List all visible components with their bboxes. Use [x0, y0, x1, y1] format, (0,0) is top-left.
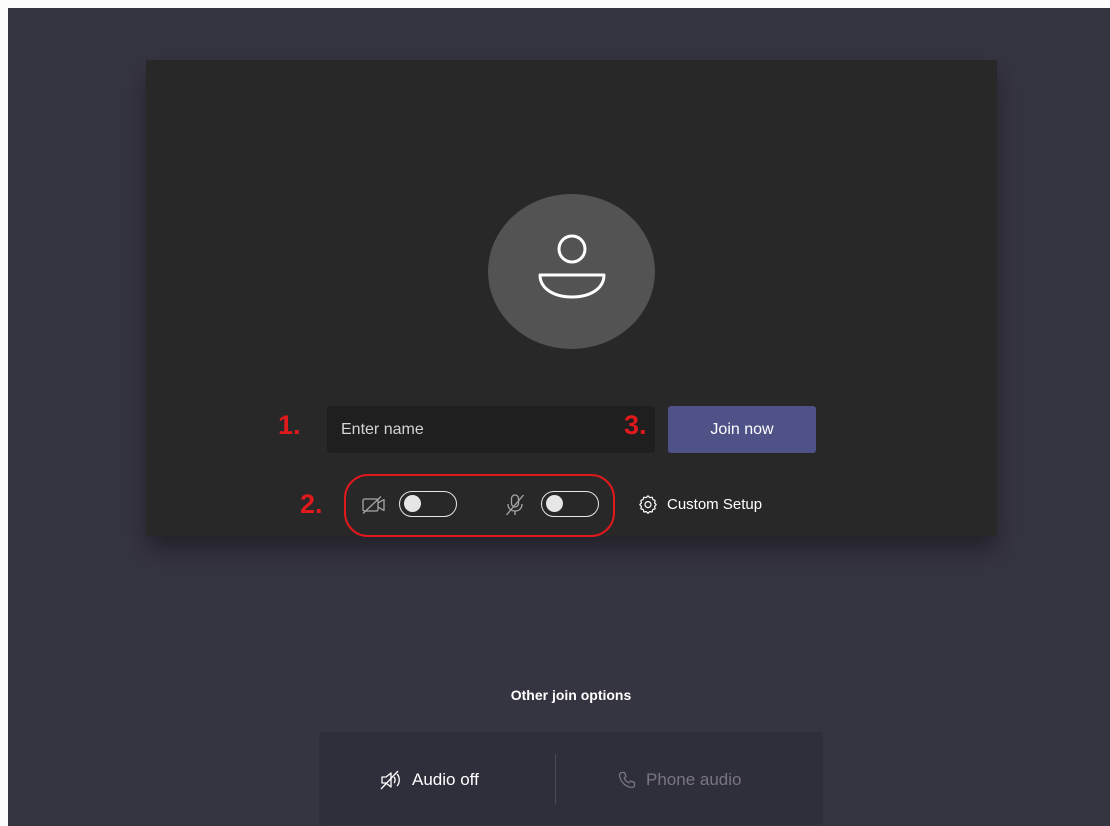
camera-toggle[interactable]	[399, 491, 457, 517]
phone-audio-label: Phone audio	[646, 770, 742, 789]
options-divider	[555, 754, 556, 804]
speaker-off-icon	[380, 770, 400, 790]
app-background: 1. 3. Join now 2. Custom Setup Other joi…	[8, 8, 1110, 826]
other-join-options-title: Other join options	[510, 687, 632, 703]
audio-off-label: Audio off	[412, 770, 479, 789]
step-3-annotation: 3.	[624, 410, 647, 440]
avatar	[488, 194, 655, 349]
step-2-annotation: 2.	[300, 489, 323, 519]
toggle-knob	[404, 495, 421, 512]
custom-setup-label: Custom Setup	[667, 495, 763, 513]
other-join-options-panel: Audio off Phone audio	[319, 732, 823, 825]
mic-off-icon	[506, 494, 524, 516]
gear-icon	[639, 495, 657, 514]
person-icon	[538, 234, 606, 299]
camera-off-icon	[362, 496, 385, 514]
join-now-button[interactable]: Join now	[668, 406, 816, 453]
phone-audio-option[interactable]: Phone audio	[617, 768, 741, 792]
audio-off-option[interactable]: Audio off	[379, 768, 479, 792]
phone-icon	[618, 771, 636, 789]
custom-setup-button[interactable]: Custom Setup	[638, 492, 762, 516]
name-input[interactable]	[327, 406, 655, 453]
microphone-toggle[interactable]	[541, 491, 599, 517]
toggle-knob	[546, 495, 563, 512]
step-1-annotation: 1.	[278, 410, 301, 440]
